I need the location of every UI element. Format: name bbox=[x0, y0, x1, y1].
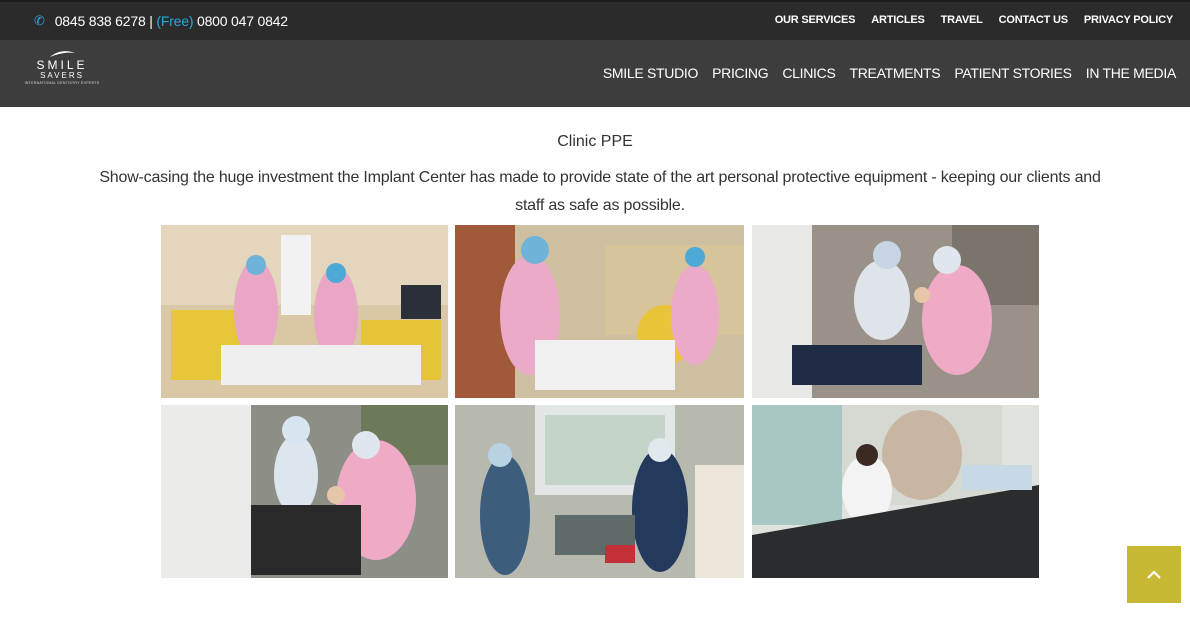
site-logo[interactable]: SMILE SAVERS INTERNATIONAL DENTISTRY EXP… bbox=[22, 50, 102, 98]
free-label: (Free) bbox=[156, 13, 194, 29]
section-description: Show-casing the huge investment the Impl… bbox=[99, 169, 1101, 214]
nav-in-the-media[interactable]: IN THE MEDIA bbox=[1086, 65, 1177, 81]
section-title: Clinic PPE bbox=[557, 133, 633, 150]
nav-smile-studio[interactable]: SMILE STUDIO bbox=[603, 65, 699, 81]
photo-staff-ppe-2[interactable] bbox=[455, 225, 744, 398]
phone-icon: ✆ bbox=[34, 13, 45, 28]
phone-contact: ✆ 0845 838 6278 | (Free) 0800 047 0842 bbox=[34, 13, 288, 29]
toplink-privacy-policy[interactable]: PRIVACY POLICY bbox=[1084, 14, 1173, 26]
back-to-top-button[interactable] bbox=[1127, 546, 1181, 603]
logo-text-smile: SMILE bbox=[36, 58, 88, 72]
toplink-contact-us[interactable]: CONTACT US bbox=[999, 14, 1068, 26]
main-navbar: SMILE SAVERS INTERNATIONAL DENTISTRY EXP… bbox=[0, 40, 1190, 107]
photo-treatment-ppe-2[interactable] bbox=[161, 405, 448, 578]
logo-tagline: INTERNATIONAL DENTISTRY EXPERTS bbox=[24, 81, 100, 85]
nav-treatments[interactable]: TREATMENTS bbox=[849, 65, 940, 81]
toplink-travel[interactable]: TRAVEL bbox=[941, 14, 983, 26]
primary-nav: SMILE STUDIO PRICING CLINICS TREATMENTS … bbox=[603, 65, 1176, 81]
toplink-articles[interactable]: ARTICLES bbox=[871, 14, 925, 26]
toplink-our-services[interactable]: OUR SERVICES bbox=[775, 14, 856, 26]
logo-text-savers: SAVERS bbox=[40, 71, 84, 80]
photo-surgery-room[interactable] bbox=[455, 405, 744, 578]
free-number-link[interactable]: 0800 047 0842 bbox=[197, 13, 288, 29]
nav-pricing[interactable]: PRICING bbox=[712, 65, 769, 81]
photo-reception-desk[interactable] bbox=[752, 405, 1039, 578]
top-links: OUR SERVICES ARTICLES TRAVEL CONTACT US … bbox=[775, 14, 1174, 26]
nav-patient-stories[interactable]: PATIENT STORIES bbox=[954, 65, 1072, 81]
nav-clinics[interactable]: CLINICS bbox=[782, 65, 835, 81]
top-bar: ✆ 0845 838 6278 | (Free) 0800 047 0842 O… bbox=[0, 0, 1190, 40]
photo-staff-ppe-1[interactable] bbox=[161, 225, 448, 398]
phone-number-link[interactable]: 0845 838 6278 bbox=[55, 13, 146, 29]
chevron-up-icon bbox=[1147, 570, 1161, 579]
logo-swoosh-icon bbox=[50, 51, 75, 57]
photo-treatment-ppe-1[interactable] bbox=[752, 225, 1039, 398]
phone-separator: | bbox=[149, 13, 153, 29]
